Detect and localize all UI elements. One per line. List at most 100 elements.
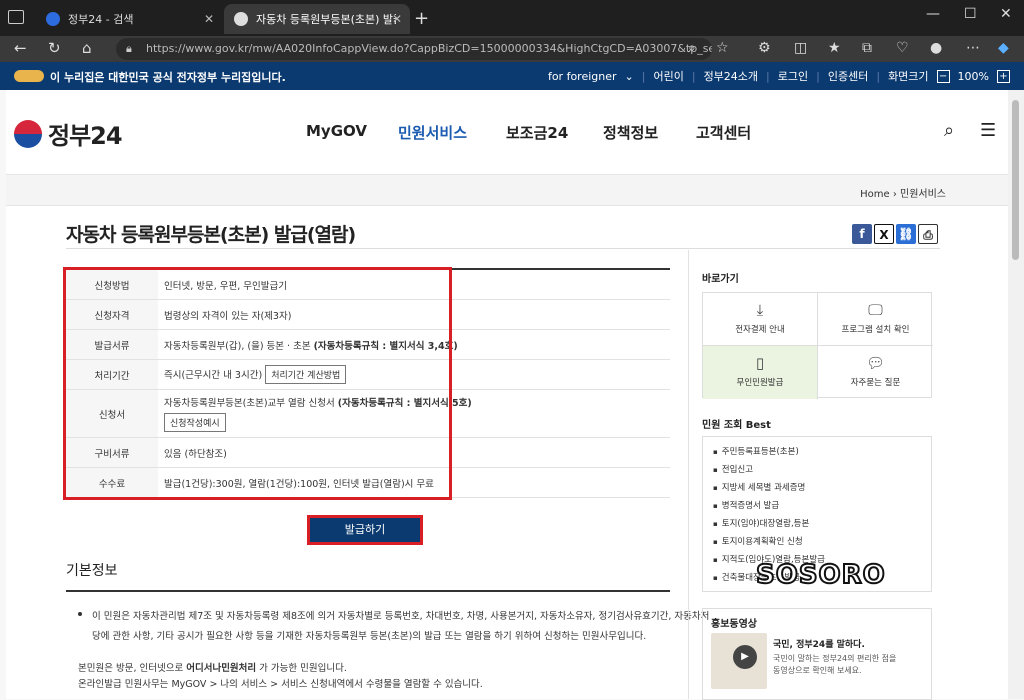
cert-center-link[interactable]: 인증센터 (828, 68, 868, 84)
breadcrumb: Home › 민원서비스 (6, 174, 1008, 206)
menu-icon[interactable]: ☰ (980, 120, 996, 141)
link-copy-icon[interactable]: ⛓ (896, 224, 916, 244)
quick-link-kiosk[interactable]: ▯ 무인민원발급 (703, 346, 818, 399)
close-icon[interactable]: ✕ (392, 12, 402, 26)
lock-icon: 🔒︎ (126, 42, 132, 55)
quick-link-label: 무인민원발급 (736, 378, 784, 388)
text-segment: 가 가능한 민원입니다. (256, 663, 347, 674)
address-toolbar: ← ↻ ⌂ 🔒︎ https://www.gov.kr/mw/AA020Info… (0, 36, 1024, 62)
promo-video[interactable]: 홍보동영상 ▶ 국민, 정부24를 말하다. 국민이 말하는 정부24의 편리한… (702, 608, 932, 700)
chevron-right-icon: › (892, 189, 900, 200)
watermark: SOSORO (755, 559, 886, 591)
quick-links: ⤓ 전자결제 안내 🖵︎ 프로그램 설치 확인 ▯ 무인민원발급 💬︎ 자주묻는… (702, 292, 933, 399)
breadcrumb-current[interactable]: 민원서비스 (900, 189, 946, 200)
quick-link-program-check[interactable]: 🖵︎ 프로그램 설치 확인 (818, 293, 933, 346)
brand-logo[interactable]: 정부24 (14, 116, 123, 151)
list-item[interactable]: 토지(임야)대장열람,등본 (713, 517, 810, 529)
quick-link-label: 자주묻는 질문 (850, 378, 901, 388)
list-item[interactable]: 지방세 세목별 과세증명 (713, 481, 806, 493)
quick-link-faq[interactable]: 💬︎ 자주묻는 질문 (818, 346, 933, 399)
nav-customer-center[interactable]: 고객센터 (696, 122, 751, 143)
login-link[interactable]: 로그인 (778, 68, 808, 84)
health-icon[interactable]: ♡ (896, 40, 909, 56)
tab-current[interactable]: 자동차 등록원부등본(초본) 발급(열람) ✕ (224, 4, 410, 34)
monitor-check-icon: 🖵︎ (868, 301, 883, 319)
search-tab-icon (46, 12, 60, 26)
browser-tab-bar: 정부24 - 검색 ✕ 자동차 등록원부등본(초본) 발급(열람) ✕ + — … (0, 0, 1024, 36)
kids-link[interactable]: 어린이 (653, 68, 683, 84)
quick-link-label: 전자결제 안내 (735, 325, 785, 335)
quick-link-payment[interactable]: ⤓ 전자결제 안내 (703, 293, 818, 346)
nav-policy[interactable]: 정책정보 (603, 122, 658, 143)
quick-link-label: 프로그램 설치 확인 (841, 325, 910, 335)
video-title: 홍보동영상 (711, 619, 757, 630)
close-icon[interactable]: ✕ (204, 12, 214, 26)
taegeuk-logo-icon (14, 119, 42, 148)
favorites-icon[interactable]: ★ (828, 40, 841, 56)
chevron-down-icon: ⌄ (624, 69, 634, 83)
highlight-box (63, 267, 452, 500)
facebook-share-icon[interactable]: f (852, 224, 872, 244)
scrollbar-thumb[interactable] (1012, 100, 1019, 260)
more-icon[interactable]: ⋯ (966, 40, 980, 56)
x-share-icon[interactable]: X (874, 224, 894, 244)
maximize-icon[interactable]: ☐ (964, 6, 977, 22)
issue-button[interactable]: 발급하기 (307, 515, 423, 545)
foreigner-link[interactable]: for foreigner (548, 70, 617, 83)
tab-label: 자동차 등록원부등본(초본) 발급(열람) (256, 13, 396, 26)
gov-emblem-icon (14, 70, 44, 82)
nav-civil-service[interactable]: 민원서비스 (398, 122, 467, 143)
list-item[interactable]: 주민등록표등본(초본) (713, 445, 799, 457)
zoom-out-button[interactable]: − (936, 69, 950, 83)
video-desc: 동영상으로 확인해 보세요. (773, 666, 862, 675)
about-link[interactable]: 정부24소개 (704, 68, 758, 84)
favorite-star-icon[interactable]: ☆ (716, 40, 729, 56)
nav-subsidy[interactable]: 보조금24 (506, 122, 568, 143)
page: 정부24 MyGOV 민원서비스 보조금24 정책정보 고객센터 ⌕ ☰ Hom… (6, 90, 1008, 700)
basic-info-line: 이 민원은 자동차관리법 제7조 및 자동차등록령 제8조에 의거 자동차별로 … (92, 611, 710, 622)
divider (66, 248, 940, 249)
page-title: 자동차 등록원부등본(초본) 발급(열람) (66, 224, 356, 246)
speech-bubble-icon: 💬︎ (865, 354, 886, 372)
divider (66, 590, 670, 592)
text-segment: 본민원은 방문, 인터넷으로 (78, 663, 187, 674)
tab-search[interactable]: 정부24 - 검색 ✕ (36, 4, 222, 34)
copilot-icon[interactable]: ◆ (998, 40, 1009, 56)
list-item[interactable]: 토지이용계획확인 신청 (713, 535, 803, 547)
extensions-icon[interactable]: ⚙ (758, 40, 771, 56)
refresh-icon[interactable]: ↻ (48, 39, 61, 57)
gov-banner-message: 이 누리집은 대한민국 공식 전자정부 누리집입니다. (50, 71, 286, 84)
split-screen-icon[interactable]: ◫ (794, 40, 807, 56)
zoom-level: 100% (957, 69, 989, 83)
new-tab-icon[interactable]: + (414, 8, 429, 29)
basic-info-line: 본민원은 방문, 인터넷으로 어디서나민원처리 가 가능한 민원입니다. (78, 660, 347, 674)
anywhere-service-text: 어디서나민원처리 (186, 663, 257, 674)
tab-label: 정부24 - 검색 (68, 13, 134, 26)
gov24-tab-icon (234, 12, 248, 26)
basic-info-line: 당에 관한 사항, 기타 공시가 필요한 사항 등을 기재한 자동차등록원부 등… (92, 631, 647, 642)
minimize-icon[interactable]: — (926, 6, 940, 22)
brand-name: 정부24 (48, 122, 123, 150)
search-icon[interactable]: ⌕ (944, 120, 954, 141)
download-icon: ⤓ (756, 301, 764, 319)
kiosk-icon: ▯ (755, 354, 765, 372)
home-icon[interactable]: ⌂ (82, 39, 92, 57)
zoom-icon[interactable]: ⌕ (688, 40, 696, 56)
url-field[interactable]: 🔒︎ https://www.gov.kr/mw/AA020InfoCappVi… (116, 38, 712, 60)
play-icon[interactable]: ▶ (733, 645, 757, 669)
window-close-icon[interactable]: ✕ (1000, 6, 1012, 22)
basic-info-title: 기본정보 (66, 563, 118, 579)
video-desc: 국민이 말하는 정부24의 편리한 점을 (773, 654, 897, 663)
profile-avatar-icon[interactable]: ● (930, 40, 942, 56)
breadcrumb-home[interactable]: Home (860, 189, 890, 200)
nav-mygov[interactable]: MyGOV (306, 122, 367, 140)
video-heading: 국민, 정부24를 말하다. (773, 640, 865, 650)
collections-icon[interactable]: ⧉ (862, 40, 872, 56)
zoom-in-button[interactable]: + (997, 69, 1010, 83)
back-icon[interactable]: ← (14, 39, 27, 57)
video-thumbnail[interactable]: ▶ (711, 633, 767, 689)
list-item[interactable]: 병적증명서 발급 (713, 499, 779, 511)
tab-actions-icon[interactable] (8, 10, 24, 24)
print-icon[interactable]: ⎙ (918, 224, 938, 244)
list-item[interactable]: 전입신고 (713, 463, 753, 475)
